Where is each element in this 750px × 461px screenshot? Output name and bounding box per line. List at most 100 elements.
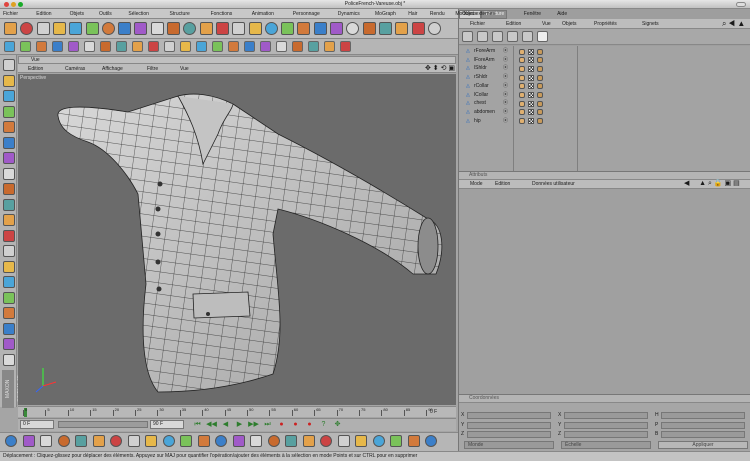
toolbar2-icon-19[interactable] — [308, 41, 319, 52]
material-tag-icon[interactable] — [537, 100, 543, 107]
transport-button-5[interactable]: ⏭ — [262, 420, 273, 429]
toolbar-icon-23[interactable] — [378, 22, 392, 35]
material-tag-icon[interactable] — [537, 118, 543, 125]
viewport-nav-icons[interactable]: ✥ ⬍ ⟲ ▣ — [425, 65, 455, 72]
coord-field[interactable] — [564, 421, 648, 429]
toolbar2-icon-16[interactable] — [260, 41, 271, 52]
texture-tag-icon[interactable] — [528, 83, 534, 90]
bottom-tool-icon-4[interactable] — [75, 435, 87, 447]
menu-9[interactable]: Dynamics — [338, 10, 360, 18]
toolbar2-icon-3[interactable] — [52, 41, 63, 52]
coord-field[interactable] — [661, 421, 745, 429]
texture-tag-icon[interactable] — [528, 118, 534, 125]
toolbar2-icon-1[interactable] — [20, 41, 31, 52]
toolbar-icon-9[interactable] — [150, 22, 164, 35]
texture-tag-icon[interactable] — [528, 48, 534, 55]
toolbar2-icon-21[interactable] — [340, 41, 351, 52]
material-tag-icon[interactable] — [537, 74, 543, 81]
texture-tag-icon[interactable] — [528, 92, 534, 98]
viewport-menu-4[interactable]: Vue — [180, 65, 189, 73]
transport-button-4[interactable]: ▶▶ — [248, 420, 259, 429]
texture-tag-icon[interactable] — [528, 74, 534, 81]
visibility-icon[interactable]: ⦿ — [503, 100, 508, 107]
tag-icon[interactable] — [519, 109, 525, 116]
transport-button-2[interactable]: ◀ — [220, 420, 231, 429]
toolbar-icon-4[interactable] — [69, 22, 83, 35]
toolbar-icon-14[interactable] — [232, 22, 246, 35]
bottom-tool-icon-14[interactable] — [250, 435, 262, 447]
visibility-icon[interactable]: ⦿ — [503, 65, 508, 72]
tag-icon[interactable] — [519, 118, 525, 125]
left-tool-icon-13[interactable] — [3, 260, 15, 273]
coord-field[interactable] — [467, 431, 551, 438]
attributes-menu-2[interactable]: Données utilisateur — [532, 181, 575, 188]
range-slider[interactable] — [58, 421, 148, 428]
left-tool-icon-3[interactable] — [3, 105, 15, 118]
menu-10[interactable]: MoGraph — [375, 10, 396, 18]
bottom-tool-icon-9[interactable] — [162, 435, 175, 447]
bottom-tool-icon-3[interactable] — [57, 435, 70, 447]
bottom-tool-icon-24[interactable] — [425, 435, 437, 447]
left-tool-icon-0[interactable] — [3, 59, 15, 71]
resize-pill[interactable] — [736, 2, 746, 7]
object-tool-icon-2[interactable] — [492, 31, 503, 42]
left-tool-icon-18[interactable] — [3, 338, 15, 350]
bottom-tool-icon-5[interactable] — [92, 435, 105, 447]
material-tag-icon[interactable] — [537, 48, 543, 55]
material-tag-icon[interactable] — [537, 92, 543, 98]
object-name[interactable]: chest — [474, 100, 486, 107]
left-tool-icon-5[interactable] — [3, 136, 15, 149]
bottom-tool-icon-10[interactable] — [180, 435, 192, 447]
toolbar2-icon-12[interactable] — [196, 41, 207, 52]
transport-button-8[interactable]: ● — [304, 420, 315, 429]
bottom-tool-icon-8[interactable] — [145, 435, 157, 447]
left-tool-icon-6[interactable] — [3, 152, 15, 164]
left-tool-icon-8[interactable] — [3, 183, 15, 195]
transport-button-10[interactable]: ✥ — [332, 420, 343, 429]
coord-mode-select[interactable]: Monde — [464, 441, 554, 449]
material-tag-icon[interactable] — [537, 83, 543, 90]
object-search-icon[interactable]: ⌕ ◀ ▲ — [722, 20, 745, 28]
left-tool-icon-15[interactable] — [3, 291, 15, 304]
transport-button-0[interactable]: ⏮ — [192, 420, 203, 429]
object-name[interactable]: lCollar — [474, 92, 488, 99]
toolbar-icon-2[interactable] — [36, 22, 50, 35]
toolbar2-icon-18[interactable] — [292, 41, 303, 52]
visibility-icon[interactable]: ⦿ — [503, 92, 508, 99]
object-menu-5[interactable]: Signets — [642, 20, 659, 28]
texture-tag-icon[interactable] — [528, 65, 534, 72]
toolbar-icon-3[interactable] — [52, 22, 66, 35]
coord-field[interactable] — [467, 412, 551, 419]
tag-icon[interactable] — [519, 83, 525, 90]
texture-tag-icon[interactable] — [528, 109, 534, 116]
tag-icon[interactable] — [519, 92, 525, 98]
toolbar-icon-18[interactable] — [297, 22, 311, 35]
toolbar2-icon-20[interactable] — [324, 41, 335, 52]
bottom-tool-icon-21[interactable] — [372, 435, 385, 447]
attributes-menu-1[interactable]: Edition — [495, 181, 510, 188]
left-tool-icon-9[interactable] — [3, 198, 15, 211]
object-tool-icon-0[interactable] — [462, 31, 473, 42]
attributes-nav-icons[interactable]: ◀ ▲ ⌕ 🔒 ▣ ▤ — [684, 180, 740, 188]
material-tag-icon[interactable] — [537, 65, 543, 72]
menu-1[interactable]: Edition — [36, 10, 51, 18]
object-name[interactable]: rForeArm — [474, 48, 495, 55]
bottom-tool-icon-17[interactable] — [302, 435, 315, 447]
tag-icon[interactable] — [519, 100, 525, 107]
toolbar-icon-6[interactable] — [101, 22, 115, 35]
jacket-model[interactable] — [18, 74, 456, 405]
left-tool-icon-14[interactable] — [3, 276, 15, 288]
coord-field[interactable] — [467, 421, 551, 429]
left-tool-icon-7[interactable] — [3, 167, 15, 180]
toolbar-icon-13[interactable] — [215, 22, 229, 35]
object-name[interactable]: abdomen — [474, 109, 495, 116]
texture-tag-icon[interactable] — [528, 57, 534, 64]
texture-tag-icon[interactable] — [528, 100, 534, 107]
menu-4[interactable]: Sélection — [128, 10, 149, 18]
left-tool-icon-2[interactable] — [3, 90, 15, 102]
bottom-tool-icon-1[interactable] — [22, 435, 35, 447]
toolbar-icon-17[interactable] — [281, 22, 295, 35]
object-tool-icon-1[interactable] — [477, 31, 488, 42]
bottom-tool-icon-16[interactable] — [285, 435, 297, 447]
tag-icon[interactable] — [519, 65, 525, 72]
